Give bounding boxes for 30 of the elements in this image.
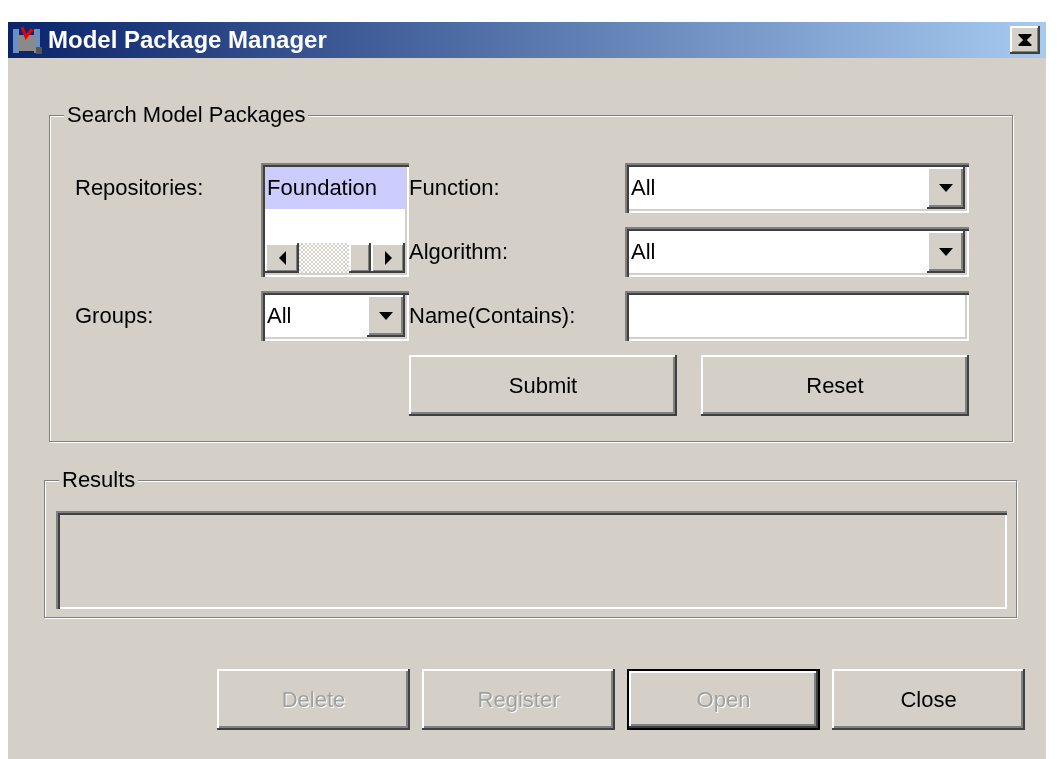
scroll-left-button[interactable] (265, 243, 299, 273)
field-label: Function: (409, 175, 500, 201)
dropdown-button[interactable] (367, 295, 405, 337)
close-button[interactable] (1010, 26, 1040, 54)
field-label: Groups: (75, 303, 154, 329)
window-title: Model Package Manager (48, 26, 328, 54)
app-icon (12, 25, 44, 55)
field-label: Repositories: (75, 175, 204, 201)
repositories-list[interactable]: Foundation (261, 163, 409, 277)
name-input-field[interactable] (625, 291, 969, 341)
scroll-right-button[interactable] (371, 243, 405, 273)
dropdown-button[interactable] (927, 231, 965, 273)
push-button[interactable]: Reset (701, 355, 969, 416)
field-label: Name(Contains): (409, 303, 576, 329)
dropdown-button[interactable] (927, 167, 965, 209)
right-arrow-icon (384, 251, 392, 265)
groups-dropdown[interactable]: All (261, 291, 409, 341)
caret-icon (939, 248, 953, 256)
caret-icon (939, 184, 953, 192)
scrollbar-thumb[interactable] (349, 243, 371, 273)
field-label: Algorithm: (409, 239, 509, 265)
list-item[interactable]: Foundation (265, 167, 405, 209)
push-button[interactable]: Submit (409, 355, 677, 416)
algorithm-dropdown[interactable]: All (625, 227, 969, 277)
results-list[interactable] (56, 511, 1007, 609)
horizontal-scrollbar[interactable] (265, 243, 405, 273)
caret-icon (379, 312, 393, 320)
left-arrow-icon (278, 251, 286, 265)
push-button[interactable]: Close (832, 669, 1025, 730)
function-dropdown[interactable]: All (625, 163, 969, 213)
